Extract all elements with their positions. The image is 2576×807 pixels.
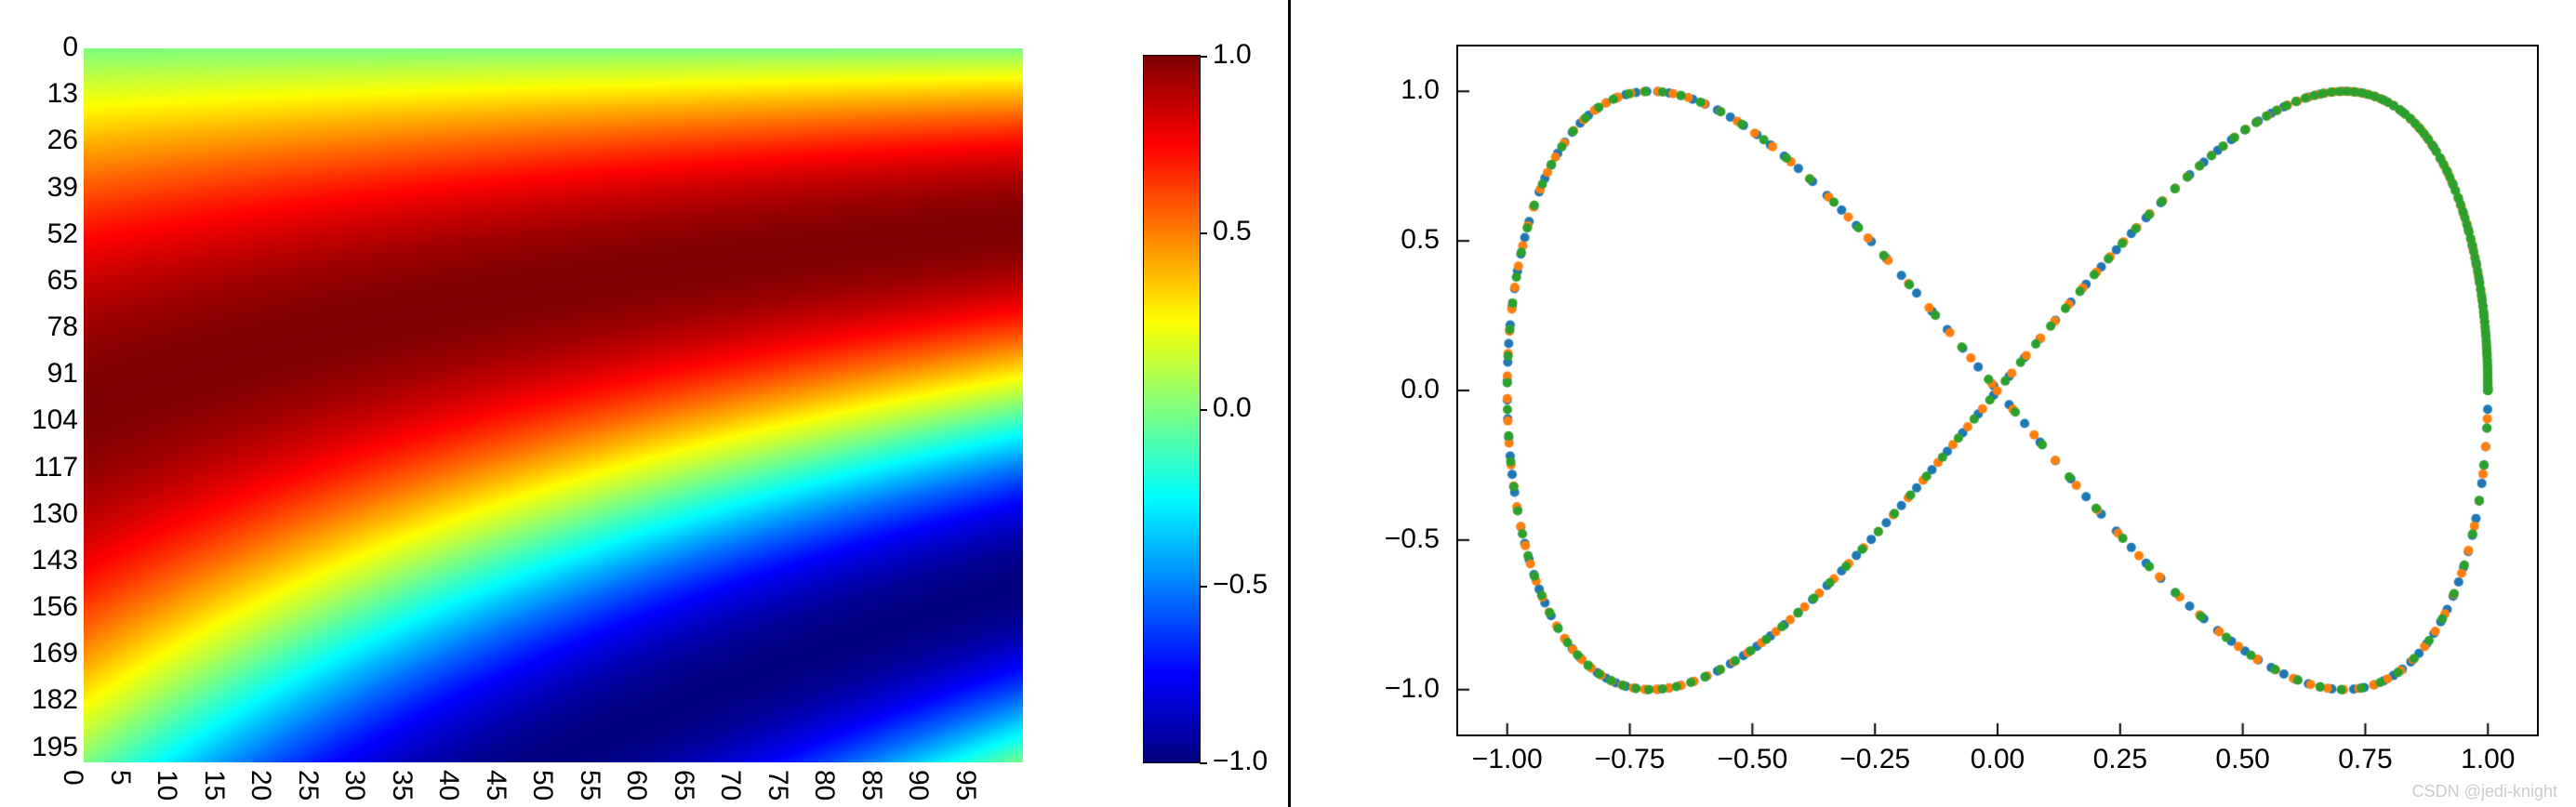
heatmap-y-tick: 182: [4, 684, 78, 716]
heatmap-x-tick: 65: [668, 770, 699, 800]
colorbar-tick: −0.5: [1213, 569, 1268, 601]
heatmap-x-tick: 0: [57, 770, 88, 786]
colorbar-tick-mark: [1200, 56, 1207, 58]
heatmap-x-tick: 15: [198, 770, 230, 800]
scatter-x-tick: −1.00: [1461, 744, 1554, 775]
colorbar-tick: 1.0: [1213, 39, 1252, 71]
scatter-y-tick: 1.0: [1347, 74, 1440, 106]
heatmap-x-tick: 5: [104, 770, 136, 786]
scatter-x-tick: 0.00: [1951, 744, 2044, 775]
figure-row: 013263952657891104117130143156169182195 …: [0, 0, 2576, 807]
heatmap-x-tick: 50: [526, 770, 558, 800]
heatmap-y-tick: 0: [4, 32, 78, 63]
colorbar-tick-mark: [1200, 232, 1207, 234]
scatter-x-tick: 1.00: [2441, 744, 2534, 775]
heatmap-x-tick: 20: [245, 770, 276, 800]
heatmap-x-tick: 80: [808, 770, 840, 800]
heatmap-panel: 013263952657891104117130143156169182195 …: [0, 0, 1291, 807]
heatmap-y-tick: 195: [4, 732, 78, 763]
colorbar-tick: 0.0: [1213, 392, 1252, 424]
colorbar-tick: −1.0: [1213, 746, 1268, 777]
heatmap-x-tick: 60: [620, 770, 652, 800]
heatmap-x-tick: 10: [151, 770, 182, 800]
heatmap-x-tick: 90: [902, 770, 934, 800]
scatter-x-tick: 0.50: [2197, 744, 2290, 775]
colorbar-tick-mark: [1200, 586, 1207, 588]
heatmap-y-tick: 78: [4, 311, 78, 343]
heatmap-x-tick: 30: [339, 770, 370, 800]
scatter-canvas: [1458, 46, 2537, 734]
scatter-x-tick: −0.50: [1706, 744, 1799, 775]
scatter-y-tick: 0.5: [1347, 224, 1440, 256]
colorbar-tick: 0.5: [1213, 216, 1252, 247]
heatmap-x-tick: 55: [574, 770, 605, 800]
heatmap-x-tick: 25: [292, 770, 324, 800]
heatmap-x-tick: 40: [432, 770, 464, 800]
heatmap-x-tick: 95: [949, 770, 981, 800]
scatter-x-tick: 0.25: [2074, 744, 2167, 775]
scatter-y-tick: −1.0: [1347, 673, 1440, 705]
colorbar-canvas: [1144, 56, 1200, 762]
heatmap-x-tick: 75: [762, 770, 793, 800]
heatmap-y-tick: 52: [4, 218, 78, 250]
heatmap-y-tick: 117: [4, 452, 78, 483]
heatmap-x-tick: 70: [714, 770, 746, 800]
heatmap-y-tick: 13: [4, 78, 78, 110]
heatmap-y-tick: 169: [4, 638, 78, 669]
heatmap-x-tick: 35: [386, 770, 418, 800]
heatmap-y-tick: 143: [4, 545, 78, 576]
heatmap-y-tick: 65: [4, 265, 78, 297]
scatter-y-tick: 0.0: [1347, 374, 1440, 405]
scatter-x-tick: −0.75: [1584, 744, 1677, 775]
heatmap-canvas: [84, 48, 1023, 762]
heatmap-y-tick: 156: [4, 591, 78, 623]
heatmap-x-tick: 85: [856, 770, 887, 800]
heatmap-y-tick: 104: [4, 404, 78, 436]
scatter-y-tick: −0.5: [1347, 523, 1440, 555]
scatter-panel: −1.0 −0.5 0.0 0.5 1.0 −1.00 −0.75 −0.50 −0.25 0.…: [1291, 0, 2576, 807]
colorbar-tick-mark: [1200, 409, 1207, 411]
heatmap-y-tick: 26: [4, 125, 78, 156]
scatter-x-tick: 0.75: [2318, 744, 2411, 775]
colorbar-tick-mark: [1200, 762, 1207, 764]
heatmap-x-tick: 45: [480, 770, 511, 800]
heatmap-y-tick: 39: [4, 172, 78, 204]
heatmap-y-tick: 130: [4, 498, 78, 530]
watermark-text: CSDN @jedi-knight: [2412, 782, 2557, 801]
heatmap-y-tick: 91: [4, 358, 78, 390]
scatter-x-tick: −0.25: [1828, 744, 1921, 775]
